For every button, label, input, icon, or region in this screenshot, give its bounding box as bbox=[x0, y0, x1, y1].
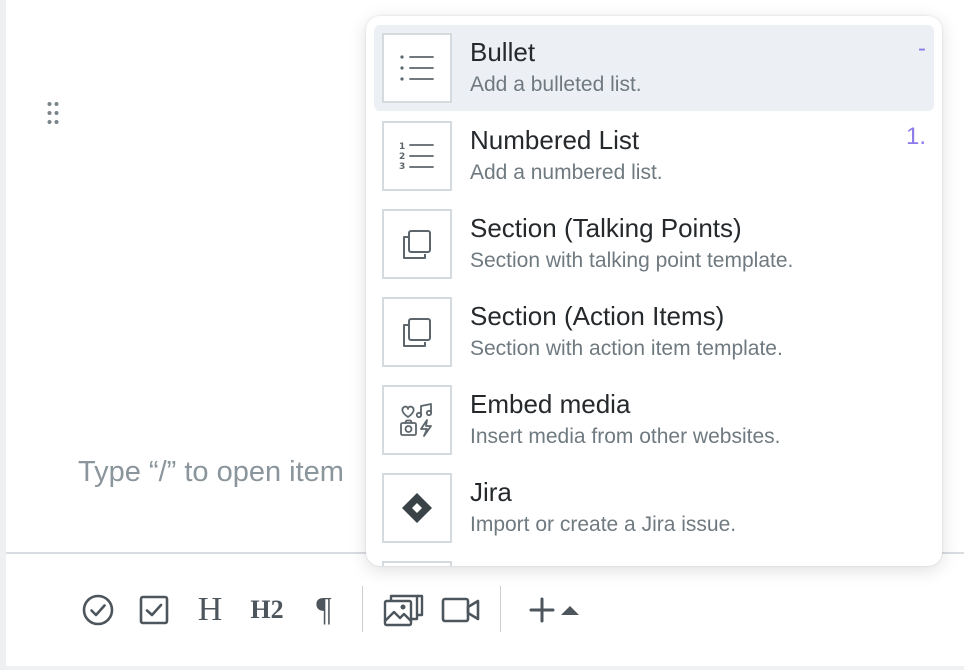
menu-item-description: Add a bulleted list. bbox=[470, 73, 642, 96]
menu-item-title: Jira bbox=[470, 477, 512, 507]
formatting-toolbar: H H2 ¶ bbox=[6, 554, 964, 666]
editor-placeholder[interactable]: Type “/” to open item bbox=[78, 456, 344, 489]
menu-item-embed-media[interactable]: Embed media Insert media from other webs… bbox=[374, 377, 934, 463]
slash-command-menu: Bullet Add a bulleted list. - 1 2 3 Numb… bbox=[366, 16, 942, 566]
heading-2-label: H2 bbox=[250, 595, 284, 624]
caret-up-icon[interactable] bbox=[558, 592, 582, 628]
svg-text:2: 2 bbox=[399, 152, 405, 162]
menu-item-partial[interactable] bbox=[374, 553, 934, 566]
menu-item-title: Section (Action Items) bbox=[470, 301, 725, 331]
menu-item-description: Import or create a Jira issue. bbox=[470, 513, 737, 536]
menu-item-icon-partial bbox=[382, 561, 452, 566]
menu-item-title: Embed media bbox=[470, 389, 631, 419]
menu-item-jira[interactable]: Jira Import or create a Jira issue. bbox=[374, 465, 934, 551]
drag-handle-icon[interactable] bbox=[46, 101, 60, 125]
paragraph-icon[interactable]: ¶ bbox=[306, 591, 342, 628]
menu-item-title: Section (Talking Points) bbox=[470, 213, 742, 243]
paragraph-label: ¶ bbox=[316, 591, 332, 628]
heading-2-icon[interactable]: H2 bbox=[246, 592, 288, 628]
menu-item-title: Bullet bbox=[470, 37, 536, 67]
menu-item-shortcut: 1. bbox=[905, 123, 926, 150]
check-circle-icon[interactable] bbox=[80, 592, 116, 628]
jira-icon bbox=[382, 473, 452, 543]
heading-1-label: H bbox=[197, 591, 223, 628]
video-icon[interactable] bbox=[440, 592, 482, 628]
checkbox-icon[interactable] bbox=[136, 592, 172, 628]
plus-icon[interactable] bbox=[524, 592, 560, 628]
menu-item-description: Insert media from other websites. bbox=[470, 425, 781, 448]
menu-item-bullet[interactable]: Bullet Add a bulleted list. - bbox=[374, 25, 934, 111]
heading-icon[interactable]: H bbox=[192, 591, 228, 628]
menu-item-numbered-list[interactable]: 1 2 3 Numbered List Add a numbered list.… bbox=[374, 113, 934, 199]
toolbar-separator bbox=[500, 586, 501, 632]
menu-item-description: Section with talking point template. bbox=[470, 249, 794, 272]
svg-text:1: 1 bbox=[399, 142, 405, 152]
menu-item-section-talking-points[interactable]: Section (Talking Points) Section with ta… bbox=[374, 201, 934, 287]
menu-item-shortcut: - bbox=[918, 35, 926, 62]
menu-item-title: Numbered List bbox=[470, 125, 640, 155]
copy-section-icon bbox=[382, 209, 452, 279]
numbered-list-icon: 1 2 3 bbox=[382, 121, 452, 191]
embed-media-icon bbox=[382, 385, 452, 455]
copy-section-icon bbox=[382, 297, 452, 367]
menu-item-section-action-items[interactable]: Section (Action Items) Section with acti… bbox=[374, 289, 934, 375]
image-gallery-icon[interactable] bbox=[382, 592, 426, 628]
menu-item-description: Add a numbered list. bbox=[470, 161, 663, 184]
toolbar-separator bbox=[362, 586, 363, 632]
menu-item-description: Section with action item template. bbox=[470, 337, 783, 360]
bulleted-list-icon bbox=[382, 33, 452, 103]
svg-text:3: 3 bbox=[399, 162, 405, 171]
